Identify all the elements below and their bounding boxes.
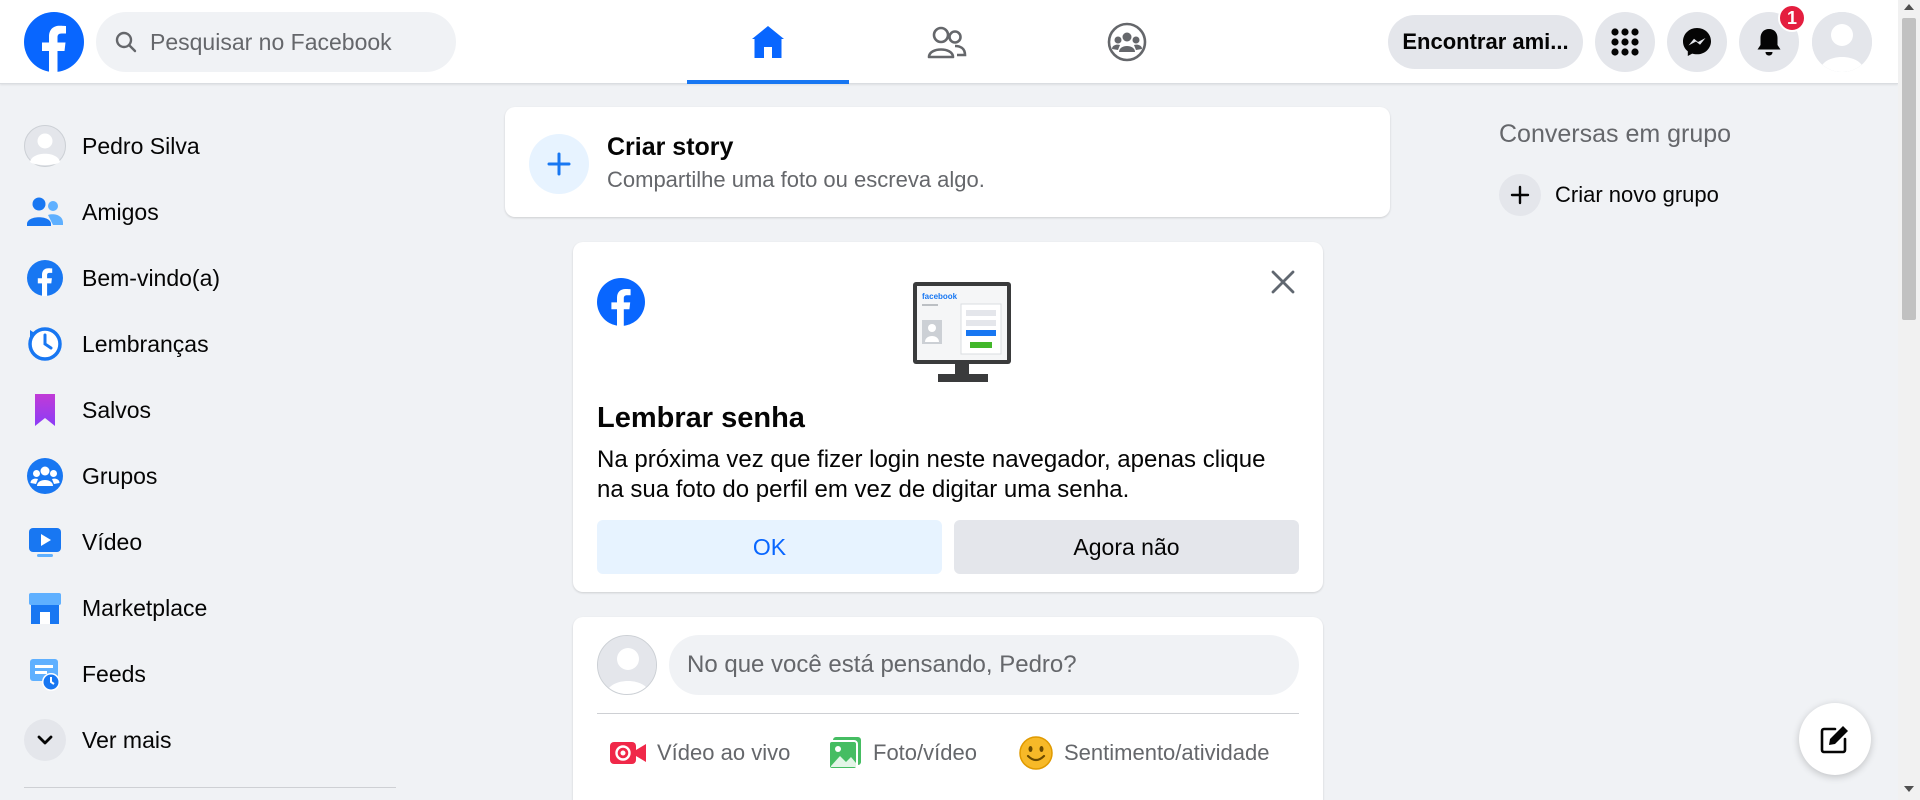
tab-friends[interactable]	[866, 0, 1028, 84]
action-label: Foto/vídeo	[873, 740, 977, 765]
sidebar-item-video[interactable]: Vídeo	[24, 509, 414, 575]
tab-home[interactable]	[687, 0, 849, 84]
grid-menu-icon	[1611, 28, 1639, 56]
story-title: Criar story	[607, 133, 734, 161]
svg-text:facebook: facebook	[922, 292, 958, 301]
sidebar-item-groups[interactable]: Grupos	[24, 443, 414, 509]
menu-button[interactable]	[1595, 12, 1655, 72]
sidebar-item-saved[interactable]: Salvos	[24, 377, 414, 443]
remember-password-card: facebook Lembrar senha Na próxima vez qu…	[573, 242, 1323, 592]
sidebar-item-label: Pedro Silva	[82, 132, 200, 159]
feeds-icon	[24, 653, 66, 695]
bell-icon	[1757, 29, 1781, 56]
action-label: Vídeo ao vivo	[657, 740, 791, 765]
story-subtitle: Compartilhe uma foto ou escreva algo.	[607, 167, 985, 192]
plus-icon	[1499, 174, 1541, 216]
create-group-label: Criar novo grupo	[1555, 182, 1719, 207]
monitor-illustration-icon: facebook	[913, 282, 1011, 382]
facebook-logo-icon[interactable]	[24, 12, 84, 72]
photo-video-button[interactable]: Foto/vídeo	[827, 729, 977, 777]
composer-divider	[597, 713, 1299, 714]
sidebar-item-memories[interactable]: Lembranças	[24, 311, 414, 377]
left-sidebar: Pedro Silva Amigos Bem-vindo(a) Lembranç…	[24, 113, 414, 788]
search-icon	[115, 31, 137, 53]
new-message-button[interactable]	[1799, 703, 1871, 775]
video-icon	[24, 521, 66, 563]
feeling-activity-button[interactable]: Sentimento/atividade	[1018, 729, 1269, 777]
live-video-button[interactable]: Vídeo ao vivo	[609, 729, 790, 777]
sidebar-item-welcome[interactable]: Bem-vindo(a)	[24, 245, 414, 311]
friends-icon	[927, 26, 967, 59]
sidebar-item-friends[interactable]: Amigos	[24, 179, 414, 245]
messenger-button[interactable]	[1667, 12, 1727, 72]
search-bar[interactable]	[96, 12, 456, 72]
scroll-down-arrow-icon[interactable]	[1904, 786, 1914, 792]
top-bar: Encontrar ami... 1	[0, 0, 1898, 84]
sidebar-item-marketplace[interactable]: Marketplace	[24, 575, 414, 641]
create-story-card[interactable]: Criar story Compartilhe uma foto ou escr…	[505, 107, 1390, 217]
sidebar-item-label: Salvos	[82, 396, 152, 423]
messenger-icon	[1683, 28, 1711, 56]
sidebar-item-label: Marketplace	[82, 594, 208, 621]
facebook-icon	[597, 278, 645, 326]
ok-button[interactable]: OK	[597, 520, 942, 574]
store-icon	[24, 587, 66, 629]
facebook-icon	[24, 257, 66, 299]
notification-badge: 1	[1778, 4, 1806, 32]
group-conversations-title: Conversas em grupo	[1499, 120, 1732, 148]
emoji-icon	[1018, 735, 1054, 771]
plus-icon	[529, 134, 589, 194]
sidebar-divider	[24, 787, 396, 788]
page-scrollbar[interactable]	[1898, 0, 1920, 800]
sidebar-item-profile[interactable]: Pedro Silva	[24, 113, 414, 179]
post-composer: No que você está pensando, Pedro? Vídeo …	[573, 617, 1323, 800]
not-now-button[interactable]: Agora não	[954, 520, 1299, 574]
close-button[interactable]	[1263, 262, 1303, 302]
sidebar-item-label: Grupos	[82, 462, 158, 489]
sidebar-item-label: Ver mais	[82, 726, 172, 753]
status-input[interactable]: No que você está pensando, Pedro?	[669, 635, 1299, 695]
sidebar-item-label: Vídeo	[82, 528, 143, 555]
avatar-placeholder-icon	[1812, 12, 1872, 72]
sidebar-item-label: Amigos	[82, 198, 159, 225]
sidebar-item-label: Feeds	[82, 660, 146, 687]
action-label: Sentimento/atividade	[1064, 740, 1270, 765]
search-input[interactable]	[150, 28, 430, 56]
avatar[interactable]	[597, 635, 657, 695]
sidebar-item-label: Lembranças	[82, 330, 209, 357]
sidebar-item-see-more[interactable]: Ver mais	[24, 707, 414, 773]
scrollbar-thumb[interactable]	[1902, 18, 1916, 320]
account-avatar[interactable]	[1812, 12, 1872, 72]
live-video-icon	[609, 738, 647, 768]
compose-icon	[1820, 726, 1848, 754]
find-friends-button[interactable]: Encontrar ami...	[1388, 15, 1583, 69]
scroll-up-arrow-icon[interactable]	[1904, 4, 1914, 10]
groups-icon	[1107, 22, 1147, 62]
tab-groups[interactable]	[1046, 0, 1208, 84]
groups-icon	[24, 455, 66, 497]
remember-password-text: Na próxima vez que fizer login neste nav…	[597, 446, 1266, 503]
chevron-down-icon	[24, 719, 66, 761]
sidebar-item-feeds[interactable]: Feeds	[24, 641, 414, 707]
avatar	[24, 125, 66, 167]
sidebar-item-label: Bem-vindo(a)	[82, 264, 221, 291]
bookmark-icon	[24, 389, 66, 431]
close-icon	[1271, 270, 1295, 294]
create-group-button[interactable]: Criar novo grupo	[1499, 174, 1719, 216]
clock-icon	[24, 323, 66, 365]
home-icon	[752, 26, 784, 58]
friends-icon	[24, 191, 66, 233]
remember-password-title: Lembrar senha	[597, 402, 805, 434]
photo-icon	[827, 735, 863, 771]
